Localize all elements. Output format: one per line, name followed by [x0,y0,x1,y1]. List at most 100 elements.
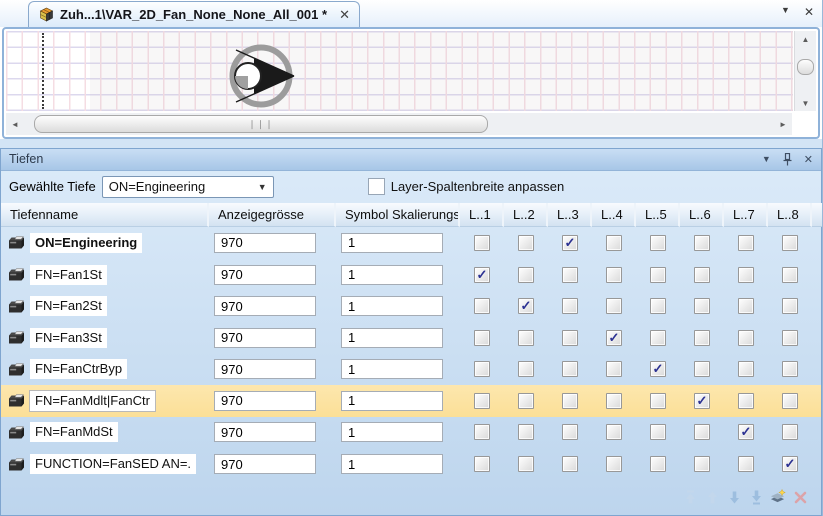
table-row[interactable]: FN=Fan1St ✓ [1,259,821,291]
layer-checkbox[interactable] [518,330,534,346]
layer-checkbox[interactable] [606,267,622,283]
pin-icon[interactable] [783,153,792,166]
layer-checkbox[interactable] [694,361,710,377]
layer-checkbox[interactable] [694,456,710,472]
depth-name[interactable]: FN=FanCtrByp [30,359,127,379]
layer-checkbox[interactable]: ✓ [474,267,490,283]
layer-checkbox[interactable] [474,393,490,409]
panel-titlebar[interactable]: Tiefen ▼ ✕ [1,149,821,171]
depth-name[interactable]: FN=Fan2St [30,296,107,316]
display-size-input[interactable] [214,391,316,411]
column-header-layer-3[interactable]: L..3 [548,203,592,227]
delete-button[interactable] [792,489,808,505]
panel-close-icon[interactable]: ✕ [804,153,813,166]
scroll-up-icon[interactable]: ▲ [797,31,815,47]
combo-dropdown-icon[interactable]: ▼ [258,182,267,192]
table-row[interactable]: FN=FanCtrByp ✓ [1,353,821,385]
layer-checkbox[interactable] [562,298,578,314]
layer-checkbox[interactable] [650,393,666,409]
display-size-input[interactable] [214,296,316,316]
scale-factor-input[interactable] [341,296,443,316]
new-layer-button[interactable] [770,489,786,505]
depth-name[interactable]: ON=Engineering [30,233,142,253]
layer-checkbox[interactable]: ✓ [738,424,754,440]
layer-checkbox[interactable] [694,424,710,440]
move-up-button[interactable] [704,489,720,505]
layer-checkbox[interactable] [474,456,490,472]
scale-factor-input[interactable] [341,328,443,348]
table-row[interactable]: FN=Fan3St ✓ [1,322,821,354]
layer-checkbox[interactable] [518,361,534,377]
layer-checkbox[interactable] [694,267,710,283]
fan-symbol[interactable] [226,43,296,111]
layer-checkbox[interactable] [474,361,490,377]
drawing-canvas[interactable]: ▲ ▼ ◄ ❘❘❘ ► [2,27,820,139]
layer-checkbox[interactable]: ✓ [650,361,666,377]
table-row[interactable]: FN=FanMdSt ✓ [1,417,821,449]
scale-factor-input[interactable] [341,454,443,474]
layer-checkbox[interactable] [606,393,622,409]
layer-checkbox[interactable] [650,235,666,251]
horizontal-scroll-thumb[interactable]: ❘❘❘ [34,115,488,133]
layer-checkbox[interactable] [474,235,490,251]
layer-checkbox[interactable] [694,330,710,346]
tab-close-icon[interactable]: ✕ [339,9,350,21]
scroll-down-icon[interactable]: ▼ [797,95,815,111]
layer-checkbox[interactable] [562,361,578,377]
layer-checkbox[interactable] [562,267,578,283]
layer-checkbox[interactable] [562,393,578,409]
layer-checkbox[interactable] [650,456,666,472]
selected-depth-combobox[interactable]: ON=Engineering ▼ [102,176,274,198]
display-size-input[interactable] [214,359,316,379]
layer-checkbox[interactable] [782,235,798,251]
column-header-layer-5[interactable]: L..5 [636,203,680,227]
layer-checkbox[interactable] [738,235,754,251]
layer-checkbox[interactable] [518,267,534,283]
layer-checkbox[interactable] [518,235,534,251]
layer-checkbox[interactable] [694,235,710,251]
layer-checkbox[interactable] [606,235,622,251]
layer-checkbox[interactable] [474,424,490,440]
move-down-button[interactable] [726,489,742,505]
layer-checkbox[interactable] [518,456,534,472]
move-to-top-button[interactable] [682,489,698,505]
scale-factor-input[interactable] [341,422,443,442]
display-size-input[interactable] [214,422,316,442]
layer-checkbox[interactable] [782,393,798,409]
layer-checkbox[interactable]: ✓ [518,298,534,314]
layer-checkbox[interactable] [606,298,622,314]
table-row[interactable]: FN=Fan2St ✓ [1,290,821,322]
vertical-scroll-thumb[interactable] [797,59,814,75]
layer-checkbox[interactable] [782,330,798,346]
column-header-layer-4[interactable]: L..4 [592,203,636,227]
layer-checkbox[interactable] [518,424,534,440]
panel-menu-icon[interactable]: ▼ [762,154,771,164]
table-row[interactable]: FN=FanMdlt|FanCtr ✓ [1,385,821,417]
layer-checkbox[interactable] [606,456,622,472]
layer-checkbox[interactable] [650,298,666,314]
column-header-size[interactable]: Anzeigegrösse [209,203,336,227]
display-size-input[interactable] [214,328,316,348]
layer-checkbox[interactable] [738,393,754,409]
column-header-scale[interactable]: Symbol Skalierungsf [336,203,460,227]
layer-checkbox[interactable] [474,298,490,314]
layer-checkbox[interactable] [782,298,798,314]
scale-factor-input[interactable] [341,233,443,253]
depth-name[interactable]: FN=Fan1St [30,265,107,285]
layer-checkbox[interactable] [650,267,666,283]
depth-name[interactable]: FN=FanMdSt [30,422,118,442]
layer-checkbox[interactable] [562,424,578,440]
layer-checkbox[interactable] [650,330,666,346]
column-header-layer-1[interactable]: L..1 [460,203,504,227]
table-row[interactable]: ON=Engineering ✓ [1,227,821,259]
column-header-layer-7[interactable]: L..7 [724,203,768,227]
depth-name[interactable]: FN=Fan3St [30,328,107,348]
layer-checkbox[interactable]: ✓ [782,456,798,472]
layer-checkbox[interactable] [606,424,622,440]
display-size-input[interactable] [214,233,316,253]
column-header-layer-2[interactable]: L..2 [504,203,548,227]
layer-column-width-checkbox[interactable] [368,178,385,195]
move-to-bottom-button[interactable] [748,489,764,505]
scale-factor-input[interactable] [341,359,443,379]
table-row[interactable]: FUNCTION=FanSED AN=. ✓ [1,448,821,480]
